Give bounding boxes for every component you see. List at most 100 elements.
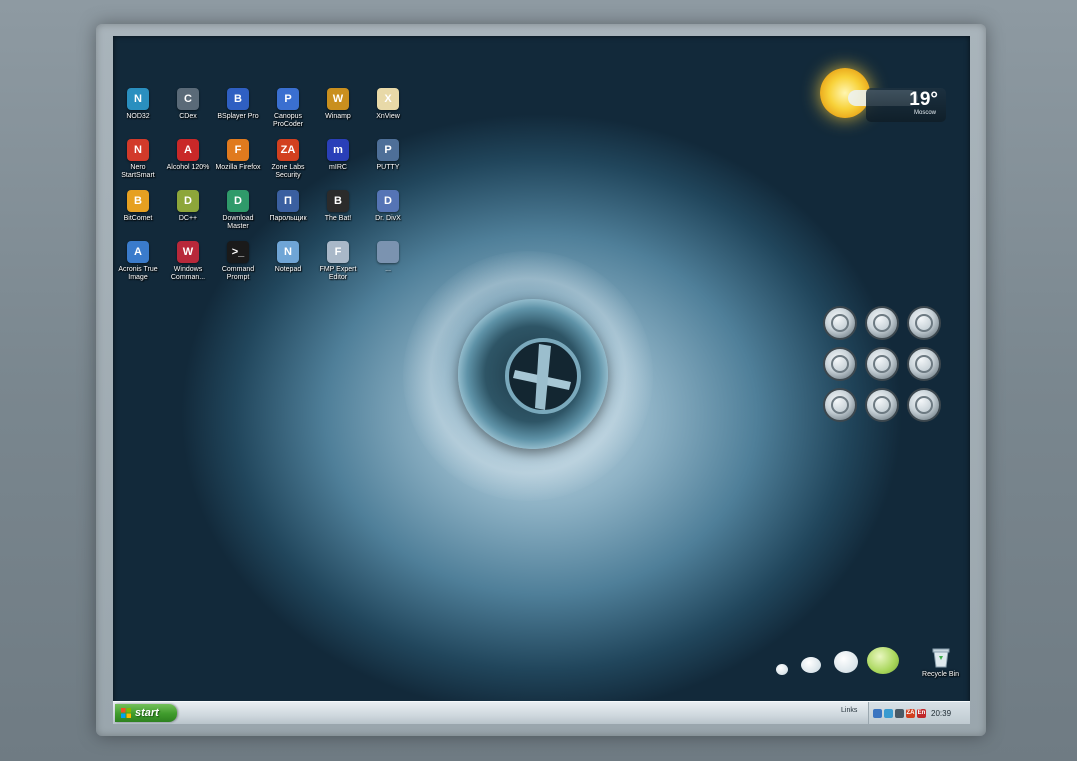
nod32-icon: N bbox=[127, 88, 149, 110]
desktop-icon-bitcomet[interactable]: B BitComet bbox=[113, 188, 163, 239]
mirc-icon: m bbox=[327, 139, 349, 161]
desktop-icon-label: Winamp bbox=[325, 113, 351, 120]
desktop-icon-dcpp[interactable]: D DC++ bbox=[163, 188, 213, 239]
recycle-bin[interactable]: Recycle Bin bbox=[918, 646, 963, 679]
desktop-icon-putty[interactable]: P PUTTY bbox=[363, 137, 413, 188]
dcpp-icon: D bbox=[177, 190, 199, 212]
gadget-btn-5[interactable] bbox=[865, 347, 899, 381]
cdex-icon: C bbox=[177, 88, 199, 110]
desktop-icon-cdex[interactable]: C CDex bbox=[163, 86, 213, 137]
desktop-icon-bsplayer[interactable]: B BSplayer Pro bbox=[213, 86, 263, 137]
download-master-icon: D bbox=[227, 190, 249, 212]
desktop-icon-mirc[interactable]: m mIRC bbox=[313, 137, 363, 188]
desktop-icon-label: The Bat! bbox=[324, 215, 352, 222]
power-ring-icon bbox=[915, 396, 933, 414]
desktop-icon-label: DC++ bbox=[178, 215, 198, 222]
windows-flag-icon bbox=[121, 708, 131, 718]
putty-icon: P bbox=[377, 139, 399, 161]
temperature-panel: 19° Moscow bbox=[866, 88, 946, 122]
gadget-btn-6[interactable] bbox=[907, 347, 941, 381]
acronis-icon: A bbox=[127, 241, 149, 263]
desktop-icon-command-prompt[interactable]: >_ Command Prompt bbox=[213, 239, 263, 290]
clock[interactable]: 20:39 bbox=[931, 709, 951, 718]
bubble-green[interactable] bbox=[867, 647, 899, 674]
desktop-icon-nero[interactable]: N Nero StartSmart bbox=[113, 137, 163, 188]
desktop-icon-nod32[interactable]: N NOD32 bbox=[113, 86, 163, 137]
desktop-icon-zonealarm[interactable]: ZA Zone Labs Security bbox=[263, 137, 313, 188]
desktop-icon-download-master[interactable]: D Download Master bbox=[213, 188, 263, 239]
power-ring-icon bbox=[831, 314, 849, 332]
desktop-icon-label: FMP Expert Editor bbox=[319, 266, 357, 281]
desktop-icon-label: XnView bbox=[376, 113, 400, 120]
desktop-icon-drdivx[interactable]: D Dr. DivX bbox=[363, 188, 413, 239]
weather-gadget[interactable]: 19° Moscow bbox=[808, 64, 958, 129]
firefox-icon: F bbox=[227, 139, 249, 161]
desktop-icon-winamp[interactable]: W Winamp bbox=[313, 86, 363, 137]
bubble-large[interactable] bbox=[834, 651, 858, 673]
zonealarm-icon: ZA bbox=[277, 139, 299, 161]
gadget-btn-2[interactable] bbox=[865, 306, 899, 340]
temperature: 19° bbox=[909, 89, 938, 110]
recycle-bin-label: Recycle Bin bbox=[922, 671, 959, 678]
taskbar: start Links » ZAEn 20:39 bbox=[113, 701, 970, 724]
fmp-editor-icon: F bbox=[327, 241, 349, 263]
power-ring-icon bbox=[831, 355, 849, 373]
desktop-icon-label: PUTTY bbox=[376, 164, 400, 171]
city-name: Moscow bbox=[913, 110, 936, 116]
desktop-icon-label: Парольщик bbox=[269, 215, 307, 222]
desktop-icon-procoder[interactable]: P Canopus ProCoder bbox=[263, 86, 313, 137]
desktop-icon-unknown-app[interactable]: ... bbox=[363, 239, 413, 290]
desktop-icon-xnview[interactable]: X XnView bbox=[363, 86, 413, 137]
desktop-icon-thebat[interactable]: B The Bat! bbox=[313, 188, 363, 239]
language-icon[interactable]: En bbox=[917, 708, 926, 718]
unknown-app-icon bbox=[377, 241, 399, 263]
desktop-icon-notepad[interactable]: N Notepad bbox=[263, 239, 313, 290]
system-tray: ZA En 20:39 bbox=[868, 702, 970, 724]
network-icon[interactable] bbox=[873, 708, 882, 718]
drdivx-icon: D bbox=[377, 190, 399, 212]
desktop-icon-label: BitComet bbox=[123, 215, 153, 222]
display-icon[interactable] bbox=[895, 708, 904, 718]
xnview-icon: X bbox=[377, 88, 399, 110]
links-label: Links bbox=[841, 707, 858, 714]
power-ring-icon bbox=[915, 314, 933, 332]
button-gadget bbox=[823, 306, 953, 436]
nero-icon: N bbox=[127, 139, 149, 161]
start-button[interactable]: start bbox=[115, 704, 177, 722]
power-ring-icon bbox=[831, 396, 849, 414]
total-commander-icon: W bbox=[177, 241, 199, 263]
desktop-icon-label: Canopus ProCoder bbox=[273, 113, 303, 128]
bubble-small[interactable] bbox=[776, 664, 788, 675]
desktop-icon-acronis[interactable]: A Acronis True Image bbox=[113, 239, 163, 290]
gadget-btn-7[interactable] bbox=[823, 388, 857, 422]
globe-icon[interactable] bbox=[884, 708, 893, 718]
bubble-medium[interactable] bbox=[801, 657, 821, 673]
desktop-icon-label: mIRC bbox=[329, 164, 347, 171]
bsplayer-icon: B bbox=[227, 88, 249, 110]
desktop-icon-alcohol[interactable]: A Alcohol 120% bbox=[163, 137, 213, 188]
gadget-btn-1[interactable] bbox=[823, 306, 857, 340]
desktop-icon-label: Download Master bbox=[222, 215, 254, 230]
winamp-icon: W bbox=[327, 88, 349, 110]
bitcomet-icon: B bbox=[127, 190, 149, 212]
desktop-icon-password-manager[interactable]: П Парольщик bbox=[263, 188, 313, 239]
gadget-btn-9[interactable] bbox=[907, 388, 941, 422]
gadget-btn-4[interactable] bbox=[823, 347, 857, 381]
desktop-icon-total-commander[interactable]: W Windows Comman... bbox=[163, 239, 213, 290]
start-label: start bbox=[135, 707, 159, 719]
desktop-icon-label: Acronis True Image bbox=[118, 266, 158, 281]
desktop-icon-firefox[interactable]: F Mozilla Firefox bbox=[213, 137, 263, 188]
gadget-btn-3[interactable] bbox=[907, 306, 941, 340]
drain-cross-icon bbox=[505, 338, 581, 414]
gadget-btn-8[interactable] bbox=[865, 388, 899, 422]
desktop-screen: N NOD32 C CDex B BSplayer Pro P Canopus ProCode… bbox=[113, 36, 970, 724]
desktop-icon-label: Windows Comman... bbox=[170, 266, 206, 281]
desktop-icon-label: CDex bbox=[179, 113, 197, 120]
desktop-icon-label: Command Prompt bbox=[221, 266, 255, 281]
desktop-icon-fmp-editor[interactable]: F FMP Expert Editor bbox=[313, 239, 363, 290]
notepad-icon: N bbox=[277, 241, 299, 263]
power-ring-icon bbox=[873, 355, 891, 373]
password-manager-icon: П bbox=[277, 190, 299, 212]
command-prompt-icon: >_ bbox=[227, 241, 249, 263]
zonealarm-tray-icon[interactable]: ZA bbox=[906, 708, 915, 718]
